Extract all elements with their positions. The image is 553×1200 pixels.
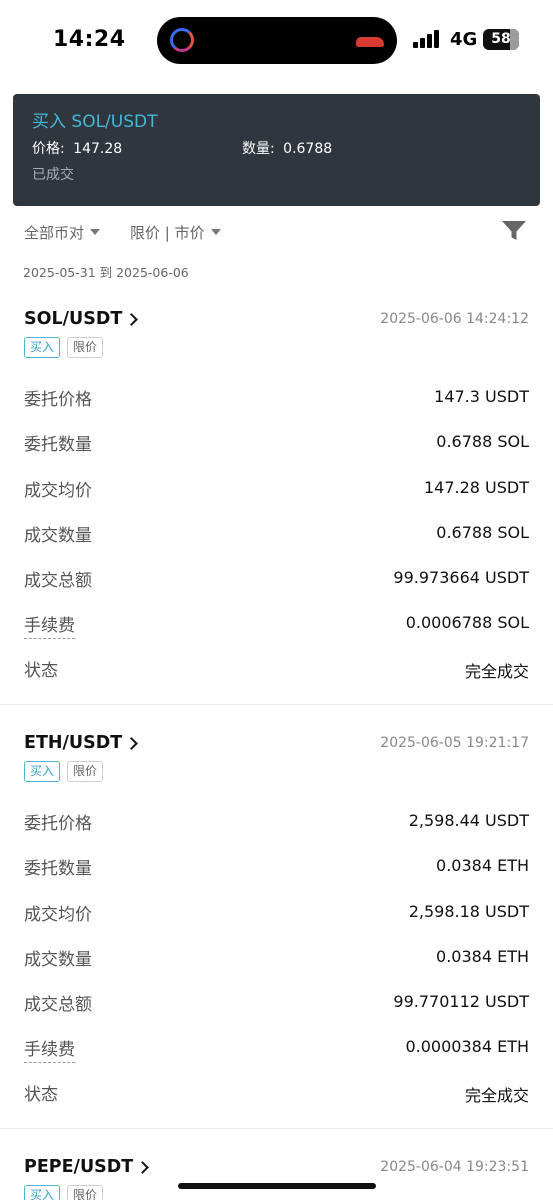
row-value: 0.0384 ETH: [436, 947, 529, 966]
row-label: 委托数量: [24, 435, 92, 455]
side-badge: 买入: [24, 337, 61, 358]
order-time: 2025-06-06 14:24:12: [380, 311, 529, 327]
home-indicator[interactable]: [178, 1183, 376, 1189]
order-pair: PEPE/USDT: [24, 1157, 134, 1177]
type-badge: 限价: [67, 761, 104, 782]
filter-bar: 全部币对 限价 | 市价: [0, 214, 553, 250]
order-pair-link[interactable]: PEPE/USDT: [24, 1157, 133, 1177]
chevron-right-icon[interactable]: [136, 1161, 149, 1174]
chevron-right-icon[interactable]: [125, 313, 138, 326]
chevron-right-icon[interactable]: [125, 737, 138, 750]
funnel-icon[interactable]: [501, 220, 527, 242]
order-pair: SOL/USDT: [24, 309, 123, 329]
status-bar: 14:24 4G 58: [0, 0, 553, 80]
toast-title: 买入 SOL/USDT: [32, 112, 158, 132]
fee-label-tooltip[interactable]: 手续费: [24, 611, 75, 639]
row-label: 委托价格: [24, 814, 92, 834]
row-value: 147.28 USDT: [423, 478, 529, 497]
battery-level: 58: [491, 31, 511, 47]
fee-label-tooltip[interactable]: 手续费: [24, 1035, 75, 1063]
row-label: 状态: [24, 661, 58, 681]
row-label: 委托价格: [24, 390, 92, 410]
row-label: 委托数量: [24, 859, 92, 879]
toast-price-label: 价格:: [32, 141, 65, 157]
toast-quantity: 数量: 0.6788: [242, 138, 332, 158]
pair-filter-dropdown[interactable]: 全部币对: [24, 222, 101, 243]
type-badge: 限价: [67, 1185, 104, 1200]
status-time: 14:24: [53, 27, 126, 52]
row-value: 0.0000384 ETH: [405, 1037, 529, 1056]
battery-icon: 58: [483, 29, 519, 50]
toast-qty-value: 0.6788: [283, 141, 333, 157]
row-label: 成交数量: [24, 950, 92, 970]
status-value: 完全成交: [464, 1086, 529, 1105]
status-value: 完全成交: [464, 662, 529, 681]
order-type-label: 限价 | 市价: [130, 224, 205, 242]
pair-filter-label: 全部币对: [24, 224, 85, 242]
signal-icon: [413, 30, 441, 48]
order-pair: ETH/USDT: [24, 733, 123, 753]
caret-down-icon: [210, 229, 221, 235]
order-pair-link[interactable]: ETH/USDT: [24, 733, 122, 753]
row-label: 成交总额: [24, 571, 92, 591]
row-label: 状态: [24, 1085, 58, 1105]
row-label: 成交总额: [24, 995, 92, 1015]
side-badge: 买入: [24, 761, 61, 782]
order-time: 2025-06-04 19:23:51: [380, 1159, 529, 1175]
row-value: 0.0006788 SOL: [405, 613, 529, 632]
row-value: 0.0384 ETH: [436, 856, 529, 875]
row-value: 99.770112 USDT: [393, 992, 529, 1011]
row-value: 99.973664 USDT: [393, 568, 529, 587]
toast-price: 价格: 147.28: [32, 138, 122, 158]
type-badge: 限价: [67, 337, 104, 358]
row-value: 2,598.18 USDT: [408, 902, 529, 921]
order-filled-toast[interactable]: 买入 SOL/USDT 价格: 147.28 数量: 0.6788 已成交: [13, 94, 540, 206]
row-value: 147.3 USDT: [434, 387, 529, 406]
network-type: 4G: [450, 29, 478, 50]
row-label: 成交均价: [24, 481, 92, 501]
row-value: 0.6788 SOL: [436, 523, 529, 542]
toast-price-value: 147.28: [73, 141, 123, 157]
caret-down-icon: [90, 229, 101, 235]
side-badge: 买入: [24, 1185, 61, 1200]
row-value: 2,598.44 USDT: [408, 811, 529, 830]
divider: [0, 1128, 553, 1129]
date-range: 2025-05-31 到 2025-06-06: [23, 265, 189, 280]
row-value: 0.6788 SOL: [436, 432, 529, 451]
toast-qty-label: 数量:: [242, 141, 275, 157]
toast-status: 已成交: [32, 167, 74, 183]
divider: [0, 704, 553, 705]
order-type-dropdown[interactable]: 限价 | 市价: [130, 222, 221, 243]
row-label: 成交数量: [24, 526, 92, 546]
dynamic-island: [157, 17, 397, 64]
row-label: 成交均价: [24, 905, 92, 925]
car-icon: [356, 37, 384, 47]
order-time: 2025-06-05 19:21:17: [380, 735, 529, 751]
order-pair-link[interactable]: SOL/USDT: [24, 309, 122, 329]
activity-ring-icon: [170, 28, 194, 52]
